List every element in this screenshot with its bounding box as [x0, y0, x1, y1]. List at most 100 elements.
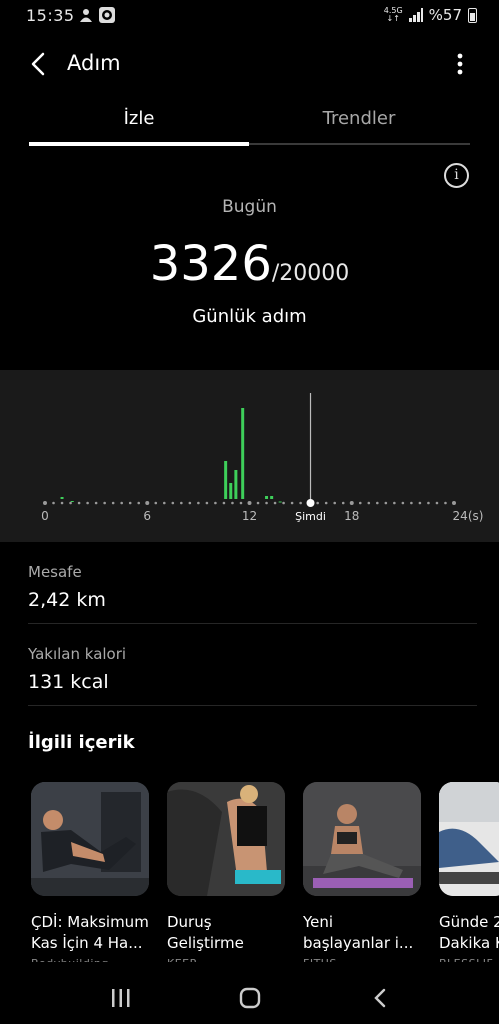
status-right: 4.5G ↓↑ %57	[384, 6, 477, 24]
baseline-dot	[333, 501, 337, 505]
baseline-dot	[452, 501, 456, 505]
x-tick-label: 6	[143, 509, 151, 523]
related-card-image[interactable]	[31, 782, 149, 896]
baseline-dot	[256, 501, 260, 505]
baseline-dot	[384, 501, 388, 505]
recent-apps-button[interactable]	[98, 978, 144, 1018]
baseline-dot	[273, 501, 277, 505]
related-card-image[interactable]	[167, 782, 285, 896]
baseline-dot	[316, 501, 319, 505]
chart-canvas: 0 6 12 Şimdi 18 24(s)	[41, 393, 484, 523]
baseline-dot	[265, 501, 268, 505]
step-count: 3326	[149, 236, 272, 292]
recent-apps-icon	[112, 989, 130, 1007]
now-indicator-dot	[306, 499, 315, 507]
tab-izle[interactable]: İzle	[29, 108, 249, 129]
baseline-dot	[188, 501, 192, 505]
chart-bar	[270, 496, 274, 499]
x-tick-label: 24(s)	[453, 509, 484, 523]
back-icon	[374, 988, 386, 1008]
x-tick-label: 12	[242, 509, 257, 523]
related-card-image[interactable]	[303, 782, 421, 896]
baseline-dot	[376, 501, 379, 505]
divider	[28, 705, 477, 706]
network-type: 4.5G ↓↑	[383, 6, 403, 23]
chart-bar	[60, 497, 64, 499]
battery-icon	[468, 7, 477, 23]
baseline-dot	[239, 501, 243, 505]
chart-bar	[229, 483, 233, 499]
baseline-dot	[205, 501, 209, 505]
x-tick-label: 0	[41, 509, 49, 523]
baseline-dot	[145, 501, 150, 505]
hourly-steps-chart[interactable]: 0 6 12 Şimdi 18 24(s)	[0, 370, 499, 542]
baseline-dot	[393, 501, 396, 505]
bodybuilding-thumbnail	[31, 782, 149, 896]
status-time: 15:35	[26, 6, 75, 25]
baseline-dot	[86, 501, 89, 505]
related-content-title: İlgili içerik	[28, 732, 135, 753]
baseline-dot	[43, 501, 47, 505]
notification-icon	[80, 9, 92, 22]
card-title[interactable]: Yeni başlayanlar i...	[303, 912, 428, 954]
baseline-dot	[444, 501, 447, 505]
beginners-thumbnail	[303, 782, 421, 896]
baseline-dot	[290, 501, 294, 505]
baseline-dot	[299, 501, 302, 505]
baseline-dot	[324, 501, 328, 505]
card-title[interactable]: ÇDİ: Maksimum Kas İçin 4 Ha...	[31, 912, 156, 954]
back-arrow-icon[interactable]	[28, 50, 52, 78]
baseline-dot	[197, 501, 200, 505]
baseline-dot	[69, 501, 72, 505]
chart-bar	[70, 501, 74, 502]
baseline-dot	[154, 501, 158, 505]
baseline-dot	[427, 501, 430, 505]
signal-icon	[408, 8, 423, 22]
baseline-dot	[410, 501, 413, 505]
card-title[interactable]: Duruş Geliştirme	[167, 912, 292, 954]
daily-minutes-thumbnail	[439, 782, 499, 896]
chart-bar	[265, 496, 269, 499]
baseline-dot	[358, 501, 362, 505]
baseline-dot	[162, 501, 166, 505]
divider	[28, 623, 477, 624]
baseline-dot	[128, 501, 132, 505]
related-card-image[interactable]	[439, 782, 499, 896]
status-bar: 15:35 4.5G ↓↑ %57	[0, 0, 499, 32]
step-caption: Günlük adım	[192, 306, 307, 327]
home-icon	[239, 987, 261, 1009]
step-count-row: 3326/20000	[0, 236, 499, 292]
chart-bar	[224, 461, 228, 499]
chart-bar	[234, 470, 238, 499]
baseline-dot	[111, 501, 115, 505]
card-title[interactable]: Günde 2 Dakika K	[439, 912, 499, 954]
baseline-dot	[214, 501, 217, 505]
baseline-dot	[77, 501, 81, 505]
active-tab-indicator	[29, 142, 249, 146]
baseline-dot	[171, 501, 175, 505]
baseline-dot	[401, 501, 405, 505]
baseline-dot	[341, 501, 345, 505]
x-tick-label: Şimdi	[295, 510, 326, 523]
home-button[interactable]	[227, 978, 273, 1018]
more-options-icon[interactable]	[448, 50, 472, 78]
system-back-button[interactable]	[357, 978, 403, 1018]
distance-value: 2,42 km	[28, 589, 106, 611]
app-notification-icon	[99, 7, 115, 23]
baseline-dot	[222, 501, 226, 505]
page-title: Adım	[67, 51, 121, 75]
baseline-dot	[52, 501, 55, 505]
tab-trendler[interactable]: Trendler	[249, 108, 469, 129]
chart-bar	[278, 501, 282, 503]
calories-value: 131 kcal	[28, 671, 109, 693]
info-icon[interactable]: i	[444, 163, 469, 188]
step-goal: /20000	[271, 261, 350, 286]
baseline-dot	[137, 501, 141, 505]
baseline-dot	[180, 501, 183, 505]
posture-thumbnail	[167, 782, 285, 896]
baseline-dot	[349, 501, 354, 505]
chart-bar	[241, 408, 245, 499]
distance-label: Mesafe	[28, 563, 82, 581]
baseline-dot	[435, 501, 439, 505]
baseline-dot	[231, 501, 234, 505]
